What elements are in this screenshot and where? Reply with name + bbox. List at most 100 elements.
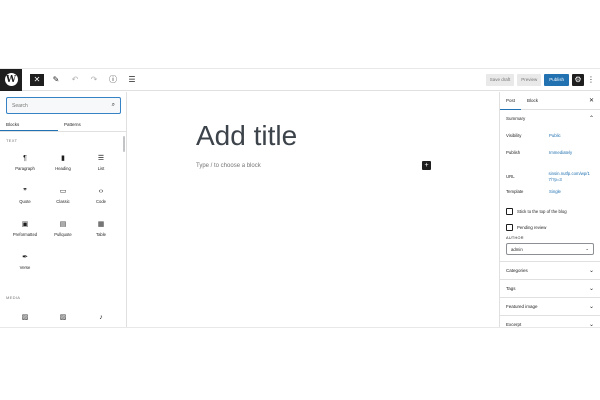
template-value-link[interactable]: Single (549, 189, 561, 194)
block-label: Pullquote (54, 232, 72, 237)
audio-icon: ♪ (99, 313, 103, 321)
inserter-tabs: Blocks Patterns (0, 118, 126, 132)
block-label: Preformatted (12, 232, 38, 237)
close-icon[interactable]: ✕ (589, 97, 594, 104)
editor-canvas: Add title Type / to choose a block + (128, 92, 499, 327)
block-label: Code (95, 199, 106, 204)
toolbar-actions: Save draft Preview Publish ⚙ ⋮ (483, 73, 600, 86)
category-label-text: TEXT (6, 138, 18, 143)
block-item-audio[interactable]: ♪ (82, 302, 120, 327)
add-block-button[interactable]: + (422, 161, 431, 170)
block-item-preformatted[interactable]: ▣ Preformatted (6, 212, 44, 245)
block-item-image[interactable]: ▨ (6, 302, 44, 327)
summary-panel-header[interactable]: Summary ⌃ (500, 110, 600, 126)
tab-patterns[interactable]: Patterns (58, 118, 116, 131)
row-key: Template (506, 189, 524, 194)
classic-icon: ▭ (59, 188, 67, 195)
summary-row-visibility: Visibility Public (500, 133, 600, 150)
pending-review-checkbox-row[interactable]: Pending review (500, 219, 600, 235)
verse-icon: ✒ (22, 254, 28, 261)
undo-button[interactable]: ↶ (68, 73, 82, 87)
list-view-button[interactable]: ☰ (125, 73, 139, 87)
publish-value-link[interactable]: Immediately (549, 150, 572, 155)
summary-divider (500, 255, 600, 262)
publish-button[interactable]: Publish (544, 73, 569, 86)
more-vertical-icon: ⋮ (587, 75, 595, 84)
excerpt-panel-header[interactable]: Excerpt ⌄ (500, 316, 600, 328)
block-item-classic[interactable]: ▭ Classic (44, 179, 82, 212)
post-title-input[interactable]: Add title (196, 120, 297, 152)
checkbox-label: Stick to the top of the blog (517, 208, 567, 214)
block-item-quote[interactable]: ❞ Quote (6, 179, 44, 212)
author-label: AUTHOR (506, 236, 524, 240)
block-item-table[interactable]: ▦ Table (82, 212, 120, 245)
inserter-scrollbar[interactable] (123, 136, 125, 152)
chevron-down-icon: ⌄ (588, 322, 594, 328)
chevron-down-icon: ⌄ (588, 268, 594, 274)
tab-post[interactable]: Post (500, 92, 522, 110)
block-label: Quote (19, 199, 31, 204)
visibility-value-link[interactable]: Public (549, 133, 561, 138)
table-icon: ▦ (97, 221, 105, 228)
row-key: Visibility (506, 133, 522, 138)
summary-row-template: Template Single (500, 189, 600, 203)
redo-button[interactable]: ↷ (87, 73, 101, 87)
categories-panel-header[interactable]: Categories ⌄ (500, 262, 600, 280)
editor-toolbar: W ✕ ✎ ↶ ↷ ⓘ ☰ Save draft Preview Publish… (0, 69, 600, 91)
block-label: Heading (55, 166, 71, 171)
block-item-verse[interactable]: ✒ Verse (6, 245, 44, 278)
summary-row-url: URL sinsin.nutfp.com/wp/17/?p=3 (500, 167, 600, 186)
settings-button[interactable]: ⚙ (572, 73, 584, 86)
url-value-link[interactable]: sinsin.nutfp.com/wp/17/?p=3 (549, 171, 594, 183)
wordpress-logo-icon: W (4, 73, 18, 86)
plus-icon: + (424, 162, 429, 169)
block-appender-prompt[interactable]: Type / to choose a block (196, 163, 261, 169)
list-icon: ☰ (97, 155, 105, 162)
code-icon: ‹› (98, 188, 104, 195)
quote-icon: ❞ (23, 188, 27, 195)
summary-row-publish: Publish Immediately (500, 150, 600, 167)
tab-blocks[interactable]: Blocks (0, 118, 58, 131)
block-inserter-panel: ⌕ Blocks Patterns TEXT ¶ Paragraph ▮ Hea… (0, 92, 127, 327)
block-item-gallery[interactable]: ▨ (44, 302, 82, 327)
options-menu-button[interactable]: ⋮ (586, 74, 596, 86)
panel-title: Categories (506, 268, 528, 273)
checkbox-label: Pending review (517, 224, 547, 230)
block-label: List (97, 166, 105, 171)
block-label: Paragraph (15, 166, 35, 171)
details-info-button[interactable]: ⓘ (106, 73, 120, 87)
block-label: Verse (19, 265, 31, 270)
summary-title: Summary (506, 115, 526, 121)
save-draft-button[interactable]: Save draft (485, 73, 515, 86)
block-search-box: ⌕ (6, 97, 121, 114)
author-select[interactable]: admin ⌄ (506, 243, 594, 255)
pending-review-checkbox[interactable] (506, 223, 513, 231)
block-item-paragraph[interactable]: ¶ Paragraph (6, 146, 44, 179)
preview-button[interactable]: Preview (517, 73, 542, 86)
chevron-down-icon: ⌄ (588, 286, 594, 292)
wordpress-logo-button[interactable]: W (0, 69, 22, 91)
pullquote-icon: ▤ (59, 221, 67, 228)
row-key: URL (506, 174, 515, 179)
category-label-media: MEDIA (6, 295, 21, 300)
editor-frame: W ✕ ✎ ↶ ↷ ⓘ ☰ Save draft Preview Publish… (0, 68, 600, 328)
block-item-code[interactable]: ‹› Code (82, 179, 120, 212)
chevron-up-icon: ⌃ (588, 115, 594, 122)
tab-block[interactable]: Block (521, 92, 544, 110)
sidebar-tabs: Post Block ✕ (500, 92, 600, 110)
text-blocks-grid: ¶ Paragraph ▮ Heading ☰ List ❞ Quote ▭ C… (6, 146, 120, 278)
block-item-list[interactable]: ☰ List (82, 146, 120, 179)
block-search-input[interactable] (12, 102, 104, 109)
sticky-checkbox-row[interactable]: Stick to the top of the blog (500, 203, 600, 219)
block-item-heading[interactable]: ▮ Heading (44, 146, 82, 179)
sticky-checkbox[interactable] (506, 207, 513, 215)
close-inserter-button[interactable]: ✕ (30, 73, 44, 86)
block-item-pullquote[interactable]: ▤ Pullquote (44, 212, 82, 245)
edit-tool-button[interactable]: ✎ (49, 73, 63, 87)
panel-title: Featured image (506, 304, 538, 309)
preformatted-icon: ▣ (21, 221, 29, 228)
panel-title: Tags (506, 286, 516, 291)
gallery-icon: ▨ (59, 313, 67, 321)
tags-panel-header[interactable]: Tags ⌄ (500, 280, 600, 298)
featured-image-panel-header[interactable]: Featured image ⌄ (500, 298, 600, 316)
